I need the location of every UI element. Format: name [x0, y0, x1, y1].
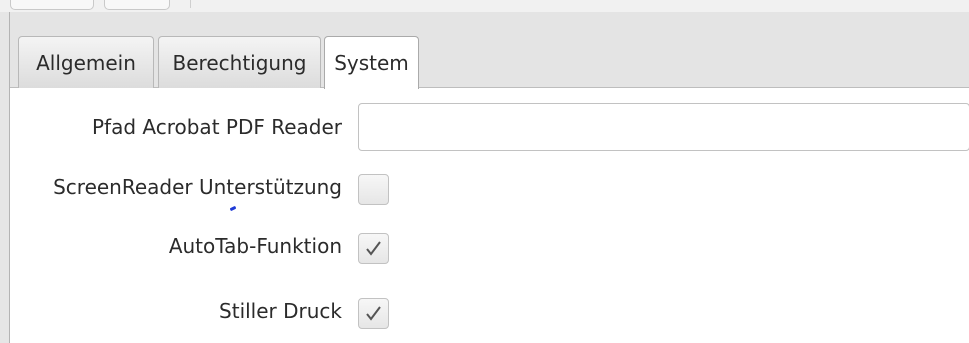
- toolbar-separator: [190, 0, 191, 8]
- screenreader-checkbox[interactable]: [358, 174, 389, 205]
- settings-window: Allgemein Berechtigung System Pfad Acrob…: [0, 0, 969, 343]
- silent-print-checkbox[interactable]: [358, 298, 389, 329]
- autotab-label: AutoTab-Funktion: [168, 234, 342, 258]
- panel-left-border: [0, 12, 10, 343]
- tab-berechtigung[interactable]: Berechtigung: [158, 36, 321, 88]
- toolbar-strip: [0, 0, 969, 12]
- tab-bar: Allgemein Berechtigung System: [10, 12, 969, 89]
- tab-allgemein[interactable]: Allgemein: [18, 36, 154, 88]
- tab-content-system: Pfad Acrobat PDF Reader ScreenReader Unt…: [11, 88, 969, 343]
- tab-system[interactable]: System: [324, 36, 419, 89]
- silent-print-label: Stiller Druck: [219, 299, 342, 323]
- check-icon: [366, 306, 381, 321]
- check-icon: [366, 241, 381, 256]
- acrobat-path-label: Pfad Acrobat PDF Reader: [91, 115, 342, 139]
- autotab-checkbox[interactable]: [358, 233, 389, 264]
- toolbar-button[interactable]: [10, 0, 94, 10]
- screenreader-label: ScreenReader Unterstützung: [53, 175, 342, 199]
- acrobat-path-input[interactable]: [358, 103, 969, 151]
- toolbar-button[interactable]: [104, 0, 170, 10]
